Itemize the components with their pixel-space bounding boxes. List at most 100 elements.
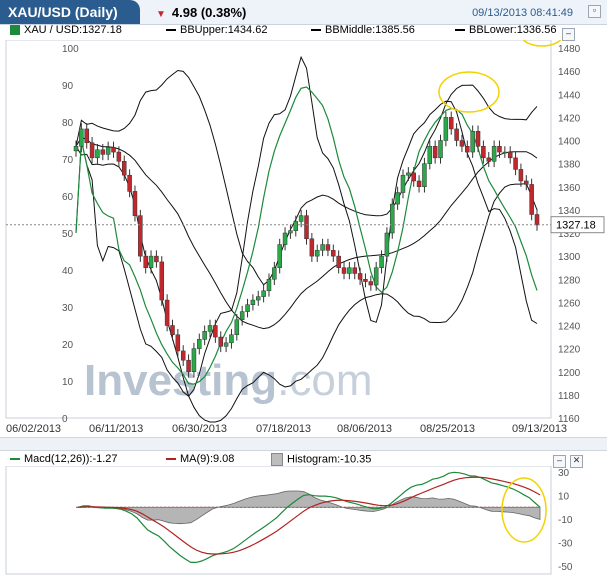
y-left-tick-label: 70	[62, 155, 74, 166]
candle	[293, 221, 299, 231]
x-tick-label: 06/30/2013	[172, 423, 227, 435]
candle	[304, 215, 309, 240]
candle	[266, 279, 272, 292]
price-chart: 1160118012001220124012601280130013201340…	[5, 40, 605, 435]
candle	[309, 238, 315, 257]
candle	[288, 230, 293, 234]
candle	[154, 255, 159, 263]
legend-bblower: BBLower:1336.56	[469, 24, 557, 36]
candle	[427, 146, 433, 164]
candle	[100, 149, 106, 155]
candle	[111, 147, 116, 153]
candle	[298, 215, 304, 222]
y-right-tick-label: 1280	[558, 275, 581, 286]
y-left-tick-label: 60	[62, 192, 74, 203]
candle	[164, 299, 170, 326]
legend-price: XAU / USD:1327.18	[24, 24, 122, 36]
y-left-tick-label: 0	[62, 414, 68, 425]
macd-chart: 30 10 -10 -30 -50	[5, 466, 573, 575]
candle	[229, 334, 234, 344]
candle	[191, 348, 197, 372]
candle	[121, 161, 127, 176]
candle	[524, 180, 529, 185]
ma-swatch	[166, 458, 176, 461]
macd-y-tick-label: -30	[558, 539, 573, 550]
candle	[341, 267, 347, 274]
y-left-tick-label: 50	[62, 229, 74, 240]
candle	[416, 180, 422, 187]
y-right-tick-label: 1380	[558, 160, 581, 171]
candle	[443, 117, 449, 141]
candle	[518, 169, 524, 182]
symbol-tab[interactable]: XAU/USD (Daily)	[0, 0, 140, 24]
y-right-tick-label: 1460	[558, 67, 581, 78]
candle	[384, 232, 390, 257]
candle	[250, 299, 256, 305]
candle	[368, 281, 374, 286]
candle	[84, 128, 89, 144]
watermark: Investing.com	[84, 356, 373, 405]
candle	[272, 267, 277, 280]
legend-histogram: Histogram:-10.35	[287, 453, 372, 466]
candle	[502, 151, 508, 154]
candle	[127, 174, 132, 192]
candle	[379, 255, 384, 268]
bbmiddle-swatch	[311, 29, 321, 32]
candle	[95, 149, 100, 159]
bbupper-swatch	[166, 29, 176, 32]
candle	[73, 146, 79, 152]
y-left-tick-label: 10	[62, 377, 74, 388]
candle	[197, 339, 202, 349]
macd-frame	[5, 466, 552, 575]
candle	[218, 336, 223, 347]
histogram-swatch	[271, 453, 283, 466]
legend-macd: Macd(12,26)):-1.27	[24, 453, 118, 465]
y-left-tick-label: 90	[62, 81, 74, 92]
macd-swatch	[10, 458, 20, 461]
candle	[202, 331, 207, 340]
candle	[432, 146, 438, 159]
y-left-tick-label: 30	[62, 303, 74, 314]
candle	[256, 296, 261, 301]
candle	[390, 203, 395, 234]
price-swatch	[10, 25, 20, 36]
candle	[325, 244, 331, 251]
y-left-tick-label: 40	[62, 266, 74, 277]
y-right-tick-label: 1360	[558, 183, 581, 194]
candle	[534, 214, 540, 226]
legend-bbupper: BBUpper:1434.62	[180, 24, 268, 36]
candle	[352, 267, 357, 274]
candle	[411, 172, 416, 182]
candle	[529, 184, 534, 215]
y-right-tick-label: 1220	[558, 345, 581, 356]
candle	[357, 273, 363, 280]
timestamp: 09/13/2013 08:41:49	[472, 7, 573, 19]
candle	[336, 255, 341, 268]
candle	[89, 142, 95, 159]
candle	[448, 117, 454, 130]
bblower-swatch	[455, 29, 465, 32]
macd-y-tick-label: 30	[558, 468, 570, 479]
candle	[497, 146, 502, 153]
candle	[132, 191, 138, 216]
y-right-tick-label: 1300	[558, 252, 581, 263]
candle	[282, 232, 288, 245]
candle	[180, 350, 186, 361]
candle	[175, 334, 181, 352]
candle	[239, 311, 245, 320]
candle	[422, 163, 427, 187]
x-tick-label: 08/25/2013	[420, 423, 475, 435]
macd-y-tick-label: -10	[558, 515, 573, 526]
header-bar: XAU/USD (Daily) ▼ 4.98 (0.38%) 09/13/2013…	[0, 0, 607, 25]
restore-icon[interactable]: ▫	[588, 5, 601, 18]
candle	[406, 172, 411, 176]
candle	[465, 146, 470, 153]
legend-ma: MA(9):9.08	[180, 453, 235, 465]
candle	[138, 215, 143, 257]
y-right-tick-label: 1480	[558, 44, 581, 55]
down-arrow-icon: ▼	[156, 9, 166, 20]
candle	[347, 267, 352, 274]
panel-separator[interactable]	[0, 437, 607, 451]
symbol-tab-label: XAU/USD (Daily)	[8, 4, 118, 20]
candle	[395, 192, 400, 205]
